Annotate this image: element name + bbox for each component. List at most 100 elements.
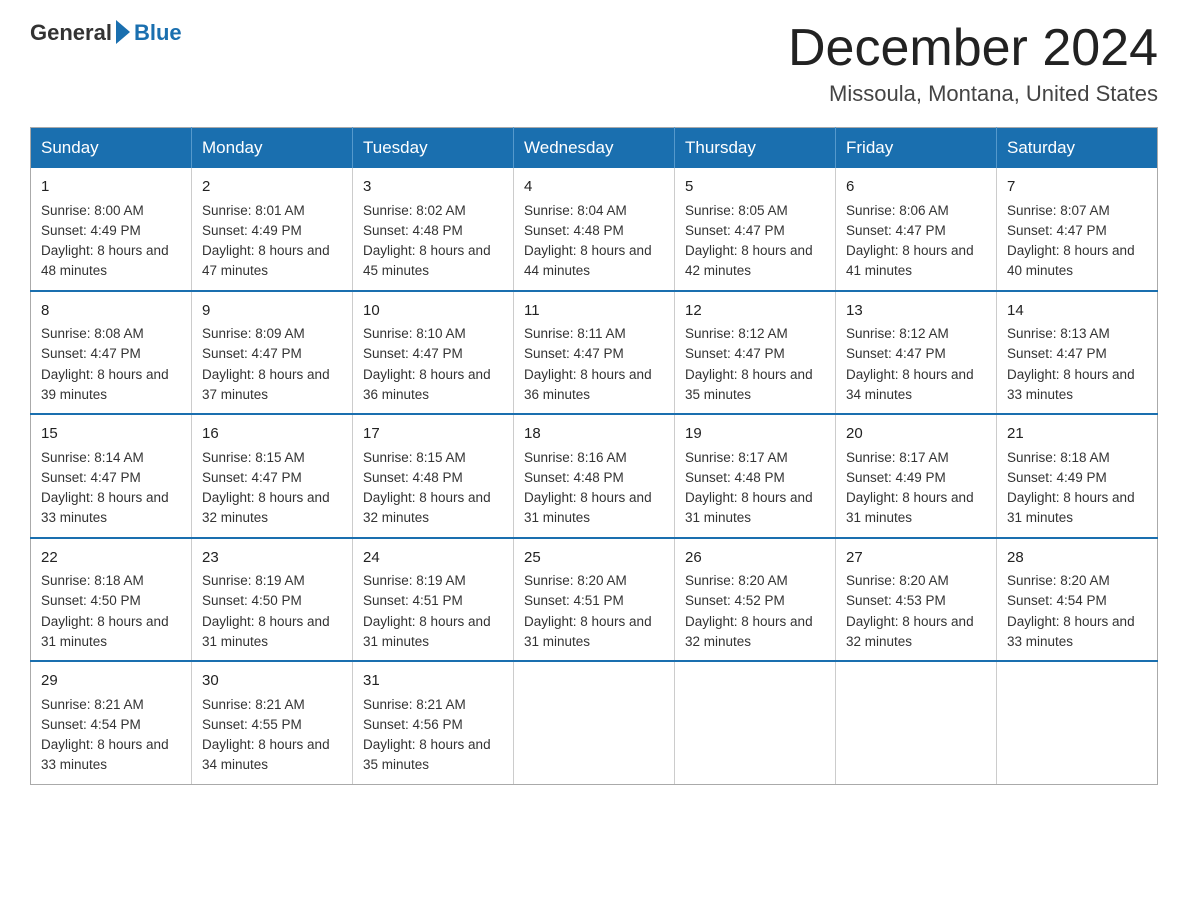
sunrise-info: Sunrise: 8:13 AM (1007, 324, 1147, 344)
sunrise-info: Sunrise: 8:05 AM (685, 201, 825, 221)
sunrise-info: Sunrise: 8:08 AM (41, 324, 181, 344)
calendar-cell: 28Sunrise: 8:20 AMSunset: 4:54 PMDayligh… (997, 538, 1158, 662)
sunset-info: Sunset: 4:47 PM (685, 344, 825, 364)
sunrise-info: Sunrise: 8:16 AM (524, 448, 664, 468)
weekday-header-friday: Friday (836, 128, 997, 169)
sunrise-info: Sunrise: 8:18 AM (41, 571, 181, 591)
calendar-cell (514, 661, 675, 784)
day-number: 22 (41, 547, 181, 570)
daylight-info: Daylight: 8 hours and 34 minutes (202, 735, 342, 776)
daylight-info: Daylight: 8 hours and 31 minutes (524, 612, 664, 653)
sunset-info: Sunset: 4:54 PM (1007, 591, 1147, 611)
logo-blue-text: Blue (134, 20, 182, 46)
day-number: 26 (685, 547, 825, 570)
daylight-info: Daylight: 8 hours and 31 minutes (524, 488, 664, 529)
day-number: 5 (685, 176, 825, 199)
day-number: 17 (363, 423, 503, 446)
sunrise-info: Sunrise: 8:19 AM (363, 571, 503, 591)
sunrise-info: Sunrise: 8:14 AM (41, 448, 181, 468)
day-number: 14 (1007, 300, 1147, 323)
sunset-info: Sunset: 4:56 PM (363, 715, 503, 735)
calendar-cell: 25Sunrise: 8:20 AMSunset: 4:51 PMDayligh… (514, 538, 675, 662)
calendar-cell: 11Sunrise: 8:11 AMSunset: 4:47 PMDayligh… (514, 291, 675, 415)
day-number: 3 (363, 176, 503, 199)
calendar-cell: 22Sunrise: 8:18 AMSunset: 4:50 PMDayligh… (31, 538, 192, 662)
calendar-cell: 17Sunrise: 8:15 AMSunset: 4:48 PMDayligh… (353, 414, 514, 538)
day-number: 25 (524, 547, 664, 570)
day-number: 29 (41, 670, 181, 693)
page-header: General Blue December 2024 Missoula, Mon… (30, 20, 1158, 107)
calendar-table: SundayMondayTuesdayWednesdayThursdayFrid… (30, 127, 1158, 785)
sunset-info: Sunset: 4:47 PM (41, 344, 181, 364)
daylight-info: Daylight: 8 hours and 31 minutes (1007, 488, 1147, 529)
week-row-3: 15Sunrise: 8:14 AMSunset: 4:47 PMDayligh… (31, 414, 1158, 538)
day-number: 16 (202, 423, 342, 446)
daylight-info: Daylight: 8 hours and 32 minutes (685, 612, 825, 653)
sunrise-info: Sunrise: 8:17 AM (846, 448, 986, 468)
sunrise-info: Sunrise: 8:11 AM (524, 324, 664, 344)
calendar-cell: 7Sunrise: 8:07 AMSunset: 4:47 PMDaylight… (997, 168, 1158, 291)
sunset-info: Sunset: 4:48 PM (363, 468, 503, 488)
day-number: 23 (202, 547, 342, 570)
day-number: 6 (846, 176, 986, 199)
weekday-header-saturday: Saturday (997, 128, 1158, 169)
day-number: 10 (363, 300, 503, 323)
day-number: 18 (524, 423, 664, 446)
sunset-info: Sunset: 4:55 PM (202, 715, 342, 735)
sunrise-info: Sunrise: 8:10 AM (363, 324, 503, 344)
sunrise-info: Sunrise: 8:21 AM (202, 695, 342, 715)
calendar-cell: 6Sunrise: 8:06 AMSunset: 4:47 PMDaylight… (836, 168, 997, 291)
calendar-cell: 12Sunrise: 8:12 AMSunset: 4:47 PMDayligh… (675, 291, 836, 415)
sunrise-info: Sunrise: 8:21 AM (41, 695, 181, 715)
sunset-info: Sunset: 4:51 PM (363, 591, 503, 611)
daylight-info: Daylight: 8 hours and 35 minutes (363, 735, 503, 776)
sunrise-info: Sunrise: 8:12 AM (685, 324, 825, 344)
day-number: 30 (202, 670, 342, 693)
week-row-4: 22Sunrise: 8:18 AMSunset: 4:50 PMDayligh… (31, 538, 1158, 662)
sunset-info: Sunset: 4:47 PM (1007, 221, 1147, 241)
sunrise-info: Sunrise: 8:02 AM (363, 201, 503, 221)
calendar-cell: 24Sunrise: 8:19 AMSunset: 4:51 PMDayligh… (353, 538, 514, 662)
day-number: 8 (41, 300, 181, 323)
sunset-info: Sunset: 4:52 PM (685, 591, 825, 611)
weekday-header-tuesday: Tuesday (353, 128, 514, 169)
day-number: 2 (202, 176, 342, 199)
daylight-info: Daylight: 8 hours and 33 minutes (41, 488, 181, 529)
sunset-info: Sunset: 4:47 PM (363, 344, 503, 364)
calendar-cell: 19Sunrise: 8:17 AMSunset: 4:48 PMDayligh… (675, 414, 836, 538)
week-row-5: 29Sunrise: 8:21 AMSunset: 4:54 PMDayligh… (31, 661, 1158, 784)
daylight-info: Daylight: 8 hours and 31 minutes (202, 612, 342, 653)
sunrise-info: Sunrise: 8:20 AM (524, 571, 664, 591)
daylight-info: Daylight: 8 hours and 33 minutes (1007, 612, 1147, 653)
daylight-info: Daylight: 8 hours and 31 minutes (685, 488, 825, 529)
calendar-cell: 26Sunrise: 8:20 AMSunset: 4:52 PMDayligh… (675, 538, 836, 662)
day-number: 20 (846, 423, 986, 446)
calendar-cell: 8Sunrise: 8:08 AMSunset: 4:47 PMDaylight… (31, 291, 192, 415)
day-number: 28 (1007, 547, 1147, 570)
daylight-info: Daylight: 8 hours and 40 minutes (1007, 241, 1147, 282)
calendar-cell: 20Sunrise: 8:17 AMSunset: 4:49 PMDayligh… (836, 414, 997, 538)
daylight-info: Daylight: 8 hours and 48 minutes (41, 241, 181, 282)
sunrise-info: Sunrise: 8:15 AM (363, 448, 503, 468)
day-number: 15 (41, 423, 181, 446)
sunset-info: Sunset: 4:54 PM (41, 715, 181, 735)
daylight-info: Daylight: 8 hours and 37 minutes (202, 365, 342, 406)
daylight-info: Daylight: 8 hours and 32 minutes (202, 488, 342, 529)
calendar-cell: 2Sunrise: 8:01 AMSunset: 4:49 PMDaylight… (192, 168, 353, 291)
sunrise-info: Sunrise: 8:21 AM (363, 695, 503, 715)
daylight-info: Daylight: 8 hours and 31 minutes (41, 612, 181, 653)
sunset-info: Sunset: 4:49 PM (41, 221, 181, 241)
calendar-cell: 5Sunrise: 8:05 AMSunset: 4:47 PMDaylight… (675, 168, 836, 291)
sunrise-info: Sunrise: 8:00 AM (41, 201, 181, 221)
logo-arrow-icon (116, 20, 130, 44)
daylight-info: Daylight: 8 hours and 32 minutes (363, 488, 503, 529)
day-number: 4 (524, 176, 664, 199)
sunset-info: Sunset: 4:48 PM (363, 221, 503, 241)
sunset-info: Sunset: 4:49 PM (846, 468, 986, 488)
sunrise-info: Sunrise: 8:18 AM (1007, 448, 1147, 468)
sunset-info: Sunset: 4:48 PM (524, 221, 664, 241)
sunset-info: Sunset: 4:49 PM (1007, 468, 1147, 488)
daylight-info: Daylight: 8 hours and 47 minutes (202, 241, 342, 282)
week-row-1: 1Sunrise: 8:00 AMSunset: 4:49 PMDaylight… (31, 168, 1158, 291)
calendar-cell: 21Sunrise: 8:18 AMSunset: 4:49 PMDayligh… (997, 414, 1158, 538)
